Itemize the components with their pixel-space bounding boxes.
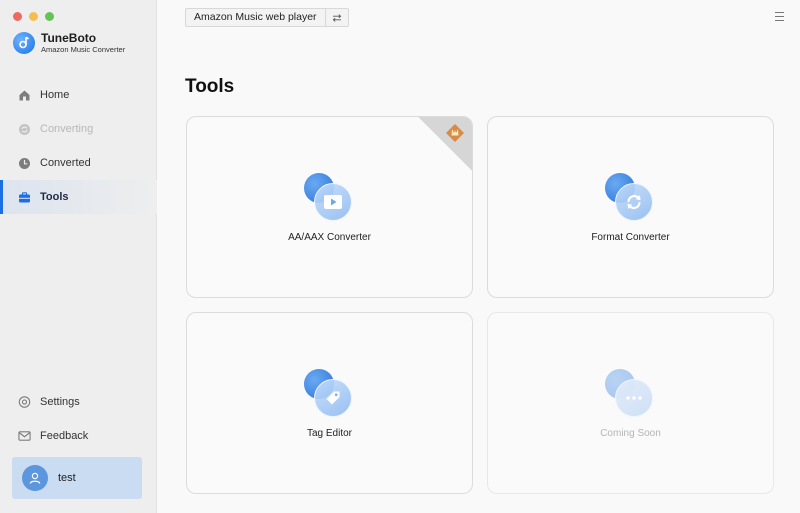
app-subtitle: Amazon Music Converter <box>41 45 126 54</box>
swap-arrows-icon[interactable] <box>326 9 348 26</box>
tool-card-label: Tag Editor <box>306 428 353 439</box>
page-title: Tools <box>185 76 235 97</box>
minimize-window-button[interactable] <box>29 12 38 21</box>
toolbox-icon <box>18 191 31 204</box>
sidebar-item-home[interactable]: Home <box>0 78 157 112</box>
sidebar-item-label: Converted <box>40 157 91 169</box>
brand: TuneBoto Amazon Music Converter <box>13 32 125 54</box>
source-label: Amazon Music web player <box>186 9 326 26</box>
sidebar-item-feedback[interactable]: Feedback <box>0 419 157 453</box>
gear-icon <box>18 396 31 409</box>
converting-icon <box>18 123 31 136</box>
close-window-button[interactable] <box>13 12 22 21</box>
tool-card-aa-aax-converter[interactable]: AA/AAX Converter <box>186 116 473 298</box>
sidebar-item-converting[interactable]: Converting <box>0 112 157 146</box>
tool-card-coming-soon: Coming Soon <box>487 312 774 494</box>
sidebar-bottom-nav: Settings Feedback <box>0 385 157 453</box>
play-video-icon <box>304 173 356 223</box>
sidebar-item-tools[interactable]: Tools <box>0 180 157 214</box>
ellipsis-icon <box>605 369 657 419</box>
window-controls <box>13 12 54 21</box>
sidebar: TuneBoto Amazon Music Converter Home Con… <box>0 0 157 513</box>
tool-card-label: Coming Soon <box>600 428 661 439</box>
tool-card-tag-editor[interactable]: Tag Editor <box>186 312 473 494</box>
sidebar-item-label: Settings <box>40 396 80 408</box>
tag-icon <box>304 369 356 419</box>
sidebar-item-label: Tools <box>40 191 69 203</box>
avatar <box>22 465 48 491</box>
home-icon <box>18 89 31 102</box>
sidebar-item-label: Home <box>40 89 70 101</box>
crown-badge-icon <box>445 123 465 143</box>
tool-card-format-converter[interactable]: Format Converter <box>487 116 774 298</box>
maximize-window-button[interactable] <box>45 12 54 21</box>
user-name: test <box>58 472 76 484</box>
refresh-icon <box>605 173 657 223</box>
sidebar-item-settings[interactable]: Settings <box>0 385 157 419</box>
sidebar-nav: Home Converting Converted Tools <box>0 78 157 214</box>
app-name: TuneBoto <box>41 31 97 45</box>
source-selector[interactable]: Amazon Music web player <box>185 8 349 27</box>
hamburger-menu-icon[interactable] <box>775 12 784 21</box>
clock-icon <box>18 157 31 170</box>
mail-icon <box>18 430 31 443</box>
sidebar-item-label: Converting <box>40 123 94 135</box>
sidebar-item-converted[interactable]: Converted <box>0 146 157 180</box>
tool-card-label: AA/AAX Converter <box>288 232 371 243</box>
sidebar-item-label: Feedback <box>40 430 89 442</box>
user-account-button[interactable]: test <box>12 457 142 499</box>
tool-card-label: Format Converter <box>591 232 670 243</box>
app-logo-icon <box>13 32 35 54</box>
